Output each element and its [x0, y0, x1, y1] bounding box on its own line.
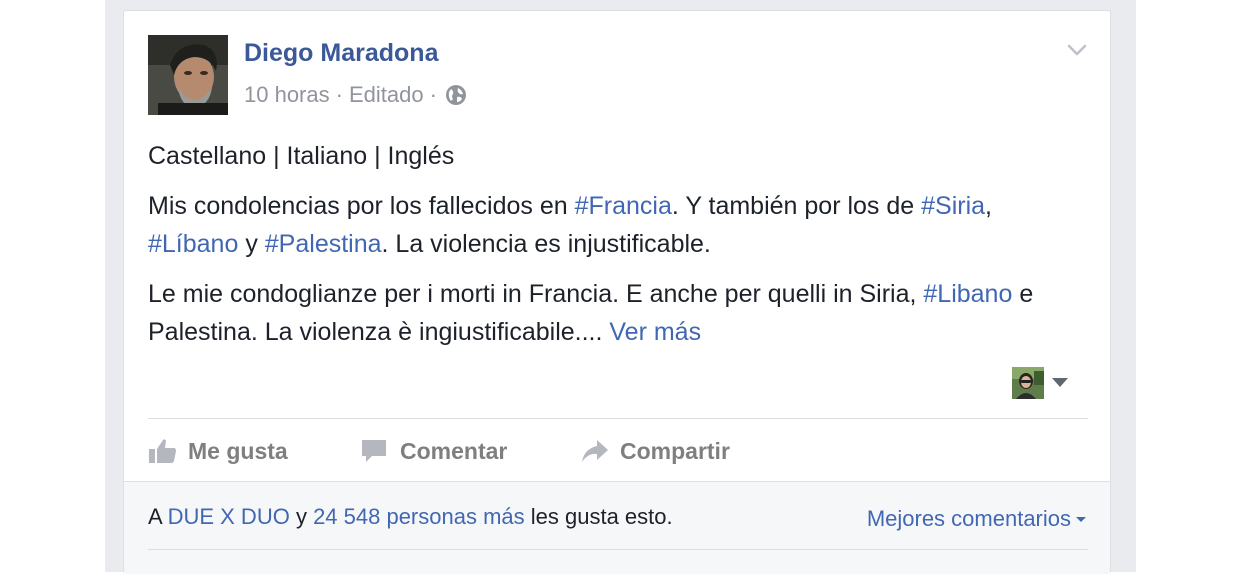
spanish-paragraph: Mis condolencias por los fallecidos en #… [148, 187, 1048, 263]
likes-suffix: les gusta esto. [524, 504, 673, 529]
share-arrow-icon [582, 440, 608, 462]
share-button[interactable]: Compartir [580, 437, 730, 465]
comment-button[interactable]: Comentar [360, 437, 580, 465]
post-time[interactable]: 10 horas [244, 82, 330, 108]
caret-down-icon [1076, 516, 1086, 522]
hashtag-palestina[interactable]: #Palestina [265, 230, 382, 258]
viewer-avatar[interactable] [1012, 367, 1044, 399]
italian-paragraph: Le mie condoglianze per i morti in Franc… [148, 275, 1048, 351]
text-segment: Le mie condoglianze per i morti in Franc… [148, 280, 924, 308]
others-likes-link[interactable]: 24 548 personas más [313, 504, 525, 529]
chevron-down-icon[interactable] [1064, 37, 1090, 63]
edited-label[interactable]: Editado [349, 82, 424, 108]
hashtag-siria[interactable]: #Siria [921, 192, 985, 220]
comment-icon [362, 440, 386, 462]
likes-connector: y [289, 504, 314, 529]
see-more-link[interactable]: Ver más [609, 318, 701, 346]
meta-separator: · [335, 82, 343, 107]
likes-summary: A DUE X DUO y 24 548 personas más les gu… [148, 504, 673, 530]
author-avatar[interactable] [148, 35, 228, 115]
share-label: Compartir [620, 437, 730, 464]
divider [148, 549, 1088, 550]
globe-icon[interactable] [445, 84, 467, 106]
text-segment: Mis condolencias por los fallecidos en [148, 192, 575, 220]
text-segment: , [985, 192, 992, 220]
post-body: Castellano | Italiano | Inglés Mis condo… [148, 137, 1048, 351]
action-bar: Me gusta Comentar Compartir [148, 431, 730, 471]
text-segment: . La violencia es injustificable. [381, 230, 711, 258]
hashtag-libano-it[interactable]: #Libano [923, 280, 1012, 308]
likes-prefix: A [148, 504, 168, 529]
post-card: Diego Maradona 10 horas · Editado · Cast… [123, 10, 1111, 574]
text-segment: . Y también por los de [671, 192, 922, 220]
post-meta: 10 horas · Editado · [244, 82, 467, 108]
languages-line: Castellano | Italiano | Inglés [148, 142, 455, 170]
text-segment: y [238, 230, 265, 258]
comment-sort-label: Mejores comentarios [866, 506, 1071, 531]
like-label: Me gusta [188, 437, 288, 464]
reactions-footer: A DUE X DUO y 24 548 personas más les gu… [124, 481, 1110, 574]
divider [148, 418, 1088, 419]
liker-page-link[interactable]: DUE X DUO [168, 504, 290, 529]
hashtag-libano[interactable]: #Líbano [148, 230, 238, 258]
like-button[interactable]: Me gusta [148, 437, 360, 465]
comment-label: Comentar [400, 437, 508, 464]
hashtag-francia[interactable]: #Francia [575, 192, 672, 220]
post-as-dropdown-icon[interactable] [1052, 378, 1068, 387]
comment-sort-dropdown[interactable]: Mejores comentarios [867, 506, 1086, 532]
author-name[interactable]: Diego Maradona [244, 39, 438, 68]
meta-separator: · [429, 82, 437, 107]
avatar-photo [148, 35, 228, 115]
thumbs-up-icon [149, 439, 176, 463]
